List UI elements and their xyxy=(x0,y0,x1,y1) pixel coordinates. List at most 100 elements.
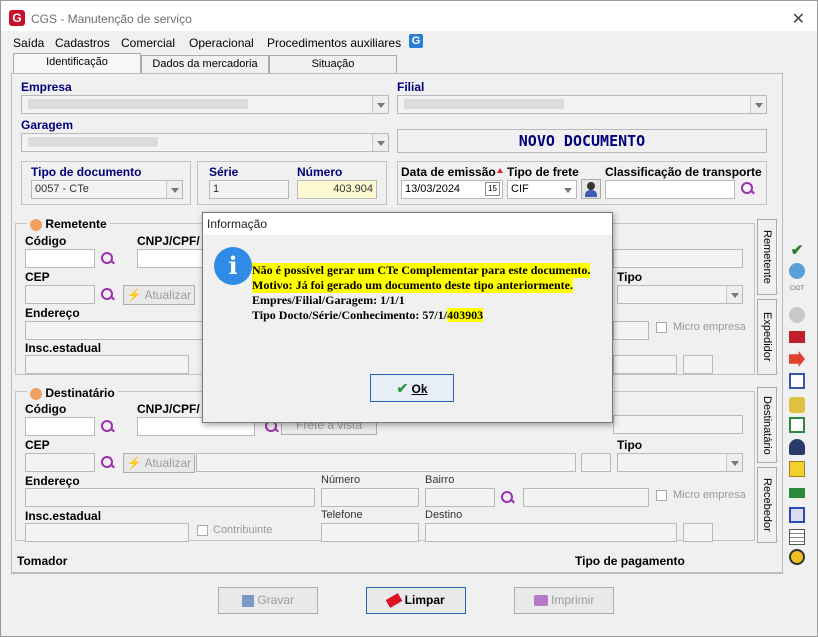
serie-input[interactable]: 1 xyxy=(209,180,289,199)
lightning-icon: ⚡ xyxy=(126,456,142,470)
destinatario-bairro-nome-field[interactable] xyxy=(523,488,649,507)
remetente-insc-input[interactable] xyxy=(25,355,189,374)
tab-situacao[interactable]: Situação xyxy=(269,55,397,74)
remetente-complemento-field[interactable] xyxy=(613,321,649,340)
remetente-uf-field[interactable] xyxy=(683,355,713,374)
remetente-codigo-input[interactable] xyxy=(25,249,95,268)
destinatario-destino-input[interactable] xyxy=(425,523,677,542)
side-tab-destinatario[interactable]: Destinatário xyxy=(757,387,777,463)
book-icon[interactable] xyxy=(789,507,805,523)
save-icon xyxy=(241,594,254,607)
destinatario-uf-field[interactable] xyxy=(581,453,611,472)
menu-operacional[interactable]: Operacional xyxy=(189,36,254,50)
destinatario-extra-field[interactable] xyxy=(613,415,743,434)
destinatario-bairro-input[interactable] xyxy=(425,488,495,507)
remetente-micro-empresa-checkbox[interactable] xyxy=(656,322,667,333)
chevron-down-icon[interactable] xyxy=(372,134,388,151)
chevron-down-icon[interactable] xyxy=(726,454,742,471)
chevron-down-icon[interactable] xyxy=(166,181,182,198)
limpar-button[interactable]: Limpar xyxy=(366,587,466,614)
menu-cadastros[interactable]: Cadastros xyxy=(55,36,110,50)
remetente-endereco-input[interactable] xyxy=(25,321,205,340)
remetente-atualizar-button[interactable]: ⚡ Atualizar xyxy=(123,285,195,305)
remetente-cnpj-input[interactable] xyxy=(137,249,207,268)
destinatario-destino-uf-field[interactable] xyxy=(683,523,713,542)
person-body-icon xyxy=(585,190,597,197)
destinatario-atualizar-button[interactable]: ⚡ Atualizar xyxy=(123,453,195,473)
destinatario-cnpj-label: CNPJ/CPF/ xyxy=(137,402,200,416)
empresa-combo[interactable] xyxy=(21,95,389,114)
main-window: G CGS - Manutenção de serviço ✕ Saída Ca… xyxy=(0,0,818,637)
documents-icon[interactable] xyxy=(789,373,805,389)
remetente-destino-field[interactable] xyxy=(613,355,677,374)
remetente-cep-label: CEP xyxy=(25,270,50,284)
side-tab-expedidor[interactable]: Expedidor xyxy=(757,299,777,375)
destinatario-micro-empresa-checkbox[interactable] xyxy=(656,490,667,501)
check-icon: ✔ xyxy=(396,380,409,396)
ok-button[interactable]: ✔ Ok xyxy=(370,374,454,402)
side-tab-remetente[interactable]: Remetente xyxy=(757,219,777,295)
destinatario-cidade-field[interactable] xyxy=(196,453,576,472)
tab-identificacao[interactable]: Identificação xyxy=(13,53,141,74)
search-icon[interactable] xyxy=(101,456,115,470)
destinatario-telefone-input[interactable] xyxy=(321,523,419,542)
gravar-button[interactable]: Gravar xyxy=(218,587,318,614)
destinatario-numero-input[interactable] xyxy=(321,488,419,507)
menu-comercial[interactable]: Comercial xyxy=(121,36,175,50)
side-tab-recebedor[interactable]: Recebedor xyxy=(757,467,777,543)
refresh-icon[interactable] xyxy=(789,263,805,279)
menu-saida[interactable]: Saída xyxy=(13,36,44,50)
gray-circle-icon[interactable] xyxy=(789,307,805,323)
pointer-icon[interactable] xyxy=(789,397,805,413)
search-icon[interactable] xyxy=(101,420,115,434)
user-icon[interactable] xyxy=(789,439,805,455)
imprimir-button[interactable]: Imprimir xyxy=(514,587,614,614)
remetente-group-title: Remetente xyxy=(27,217,110,231)
search-icon[interactable] xyxy=(101,288,115,302)
calendar-icon[interactable]: 15 xyxy=(485,182,500,196)
gear-icon[interactable] xyxy=(789,549,805,565)
destinatario-codigo-input[interactable] xyxy=(25,417,95,436)
search-icon[interactable] xyxy=(101,252,115,266)
yellow-doc-icon[interactable] xyxy=(789,461,805,477)
close-icon[interactable]: ✕ xyxy=(792,9,805,29)
remetente-cep-input[interactable] xyxy=(25,285,95,304)
green-truck-icon[interactable] xyxy=(789,488,805,498)
edit-doc-icon[interactable] xyxy=(789,417,805,433)
dialog-message-line4: Tipo Docto/Série/Conhecimento: 57/1/4039… xyxy=(252,308,484,322)
chevron-down-icon[interactable] xyxy=(372,96,388,113)
remetente-extra-field[interactable] xyxy=(613,249,743,268)
menu-procedimentos-auxiliares[interactable]: Procedimentos auxiliares xyxy=(267,36,401,50)
user-lookup-button[interactable] xyxy=(581,179,601,199)
filial-combo[interactable] xyxy=(397,95,767,114)
chevron-down-icon[interactable] xyxy=(750,96,766,113)
tipo-frete-combo[interactable]: CIF xyxy=(507,180,577,199)
classificacao-input[interactable] xyxy=(605,180,735,199)
list-icon[interactable] xyxy=(789,529,805,545)
destinatario-cep-input[interactable] xyxy=(25,453,95,472)
data-emissao-value: 13/03/2024 xyxy=(405,183,461,195)
destinatario-endereco-input[interactable] xyxy=(25,488,315,507)
garagem-combo[interactable] xyxy=(21,133,389,152)
numero-label: Número xyxy=(297,165,343,179)
tab-dados-mercadoria[interactable]: Dados da mercadoria xyxy=(141,55,269,74)
search-icon[interactable] xyxy=(741,182,755,196)
redacted-text xyxy=(404,99,564,109)
destinatario-tipo-combo[interactable] xyxy=(617,453,743,472)
help-logo-icon[interactable]: G xyxy=(409,34,423,48)
filial-label: Filial xyxy=(397,80,425,94)
chevron-down-icon[interactable] xyxy=(726,286,742,303)
search-icon[interactable] xyxy=(501,491,515,505)
data-emissao-input[interactable]: 13/03/2024 15 xyxy=(401,180,503,199)
arrow-doc-icon[interactable] xyxy=(789,351,805,367)
chevron-down-icon[interactable] xyxy=(560,181,576,198)
tipo-documento-combo[interactable]: 0057 - CTe xyxy=(31,180,183,199)
destinatario-insc-input[interactable] xyxy=(25,523,189,542)
red-truck-icon[interactable] xyxy=(789,331,805,343)
numero-input[interactable]: 403.904 xyxy=(297,180,377,199)
destinatario-contribuinte-checkbox[interactable] xyxy=(197,525,208,536)
eraser-icon xyxy=(386,593,403,609)
remetente-tipo-combo[interactable] xyxy=(617,285,743,304)
check-icon[interactable]: ✔ xyxy=(789,241,805,259)
ciot-icon[interactable]: CIOT xyxy=(789,285,805,301)
